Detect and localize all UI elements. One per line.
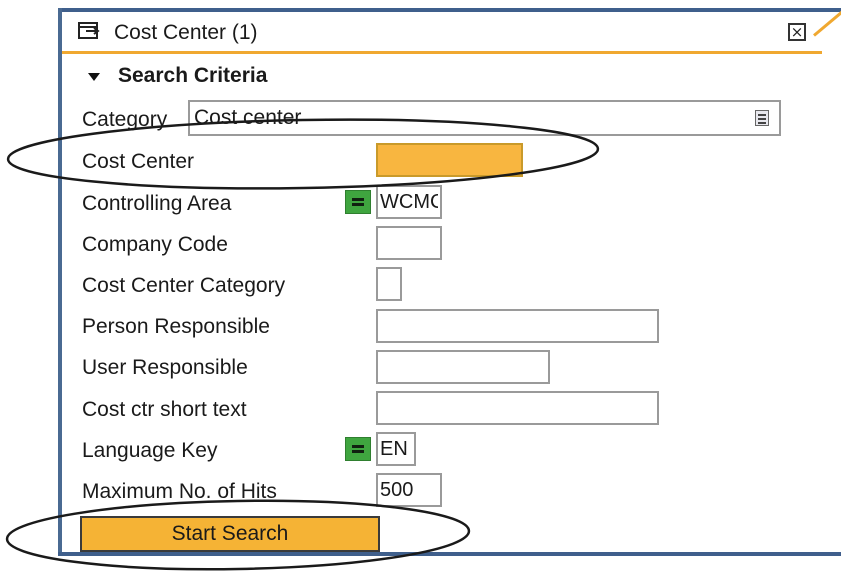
language-key-input[interactable] [376,432,416,466]
category-label: Category [82,108,168,131]
close-icon[interactable]: × [788,23,806,41]
cost-center-label: Cost Center [82,150,195,173]
max-hits-input[interactable] [376,473,442,507]
category-select[interactable]: Cost center [188,100,781,136]
person-responsible-label: Person Responsible [82,315,270,338]
controlling-area-input[interactable] [376,185,442,219]
dialog-titlebar: Cost Center (1) × [62,12,822,54]
cost-center-input[interactable] [376,143,523,177]
triangle-down-icon[interactable] [88,73,100,81]
window-frame-bottom [58,552,841,556]
company-code-input[interactable] [376,226,442,260]
person-responsible-input[interactable] [376,309,659,343]
user-responsible-input[interactable] [376,350,550,384]
cost-center-category-label: Cost Center Category [82,274,286,297]
cost-ctr-short-text-input[interactable] [376,391,659,425]
dialog-title: Cost Center (1) [114,21,258,44]
equals-operator-icon[interactable] [345,190,371,214]
controlling-area-label: Controlling Area [82,192,232,215]
section-title-search-criteria[interactable]: Search Criteria [118,64,267,88]
dialog-window-icon [78,22,100,39]
language-key-label: Language Key [82,439,218,462]
user-responsible-label: User Responsible [82,356,248,379]
cost-center-dialog: Cost Center (1) × Search Criteria Catego… [62,8,841,552]
cost-ctr-short-text-label: Cost ctr short text [82,398,247,421]
equals-operator-icon[interactable] [345,437,371,461]
category-value: Cost center [194,106,302,129]
max-hits-label: Maximum No. of Hits [82,480,277,503]
dropdown-list-icon[interactable] [755,110,769,126]
start-search-button[interactable]: Start Search [80,516,380,552]
company-code-label: Company Code [82,233,228,256]
cost-center-category-input[interactable] [376,267,402,301]
